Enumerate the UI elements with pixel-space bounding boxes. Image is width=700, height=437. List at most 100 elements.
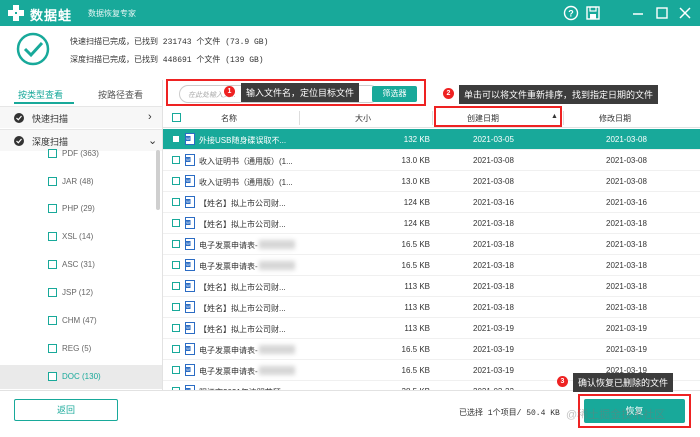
type-label: PDF (363) bbox=[62, 149, 99, 158]
type-item-jsp[interactable]: JSP (12) bbox=[48, 287, 148, 301]
table-row[interactable]: W 电子发票申请表- 16.5 KB 2021-03-19 2021-03-19 bbox=[163, 339, 700, 360]
svg-text:W: W bbox=[186, 367, 190, 372]
file-size: 16.5 KB bbox=[401, 345, 430, 354]
type-item-reg[interactable]: REG (5) bbox=[48, 343, 148, 357]
type-item-xsl[interactable]: XSL (14) bbox=[48, 231, 148, 245]
minimize-icon[interactable] bbox=[630, 5, 646, 21]
type-label: XSL (14) bbox=[62, 232, 94, 241]
checkbox[interactable] bbox=[48, 316, 57, 325]
table-row[interactable]: W 收入证明书（通用版）(1... 13.0 KB 2021-03-08 2021-03… bbox=[163, 150, 700, 171]
word-doc-icon: W bbox=[185, 322, 195, 334]
row-checkbox[interactable] bbox=[172, 177, 180, 185]
select-all-checkbox[interactable] bbox=[172, 113, 181, 122]
checkbox[interactable] bbox=[48, 177, 57, 186]
back-button[interactable]: 返回 bbox=[14, 399, 118, 421]
watermark: @稀土掘金技术社区 bbox=[566, 409, 666, 421]
checkbox[interactable] bbox=[48, 344, 57, 353]
svg-text:W: W bbox=[186, 304, 190, 309]
chevron-right-icon[interactable]: › bbox=[148, 111, 152, 123]
file-size: 16.5 KB bbox=[401, 261, 430, 270]
chevron-down-icon[interactable]: ⌄ bbox=[148, 134, 157, 147]
created-date: 2021-03-19 bbox=[473, 345, 514, 354]
file-size: 16.5 KB bbox=[401, 366, 430, 375]
close-icon[interactable] bbox=[677, 5, 693, 21]
header-name[interactable]: 名称 bbox=[221, 113, 237, 124]
annotation-tip-1: 输入文件名，定位目标文件 bbox=[241, 83, 360, 102]
table-row[interactable]: W 外接USB随身碟误取不... 132 KB 2021-03-05 2021-03-0… bbox=[163, 129, 700, 150]
modified-date: 2021-03-08 bbox=[606, 177, 647, 186]
row-checkbox[interactable] bbox=[172, 261, 180, 269]
file-size: 13.0 KB bbox=[401, 177, 430, 186]
annotation-tip-3: 确认恢复已删除的文件 bbox=[573, 373, 674, 392]
table-row[interactable]: W 收入证明书（通用版）(1... 13.0 KB 2021-03-08 2021-03… bbox=[163, 171, 700, 192]
table-header: 名称 大小 创建日期 ▲ 修改日期 bbox=[163, 108, 700, 128]
table-row[interactable]: W 【姓名】拟上市公司财... 113 KB 2021-03-18 2021-03-18 bbox=[163, 276, 700, 297]
row-checkbox[interactable] bbox=[172, 198, 180, 206]
header-modified[interactable]: 修改日期 bbox=[599, 113, 631, 124]
row-checkbox[interactable] bbox=[172, 303, 180, 311]
tree-label: 深度扫描 bbox=[32, 137, 69, 147]
row-checkbox[interactable] bbox=[172, 135, 180, 143]
created-date: 2021-03-19 bbox=[473, 366, 514, 375]
save-icon[interactable] bbox=[585, 5, 601, 21]
modified-date: 2021-03-16 bbox=[606, 198, 647, 207]
word-doc-icon: W bbox=[185, 364, 195, 376]
table-row[interactable]: W 电子发票申请表- 16.5 KB 2021-03-18 2021-03-18 bbox=[163, 234, 700, 255]
row-checkbox[interactable] bbox=[172, 366, 180, 374]
row-checkbox[interactable] bbox=[172, 156, 180, 164]
row-checkbox[interactable] bbox=[172, 345, 180, 353]
word-doc-icon: W bbox=[185, 238, 195, 250]
table-row[interactable]: W 【姓名】拟上市公司财... 124 KB 2021-03-16 2021-03-16 bbox=[163, 192, 700, 213]
created-date: 2021-03-18 bbox=[473, 261, 514, 270]
annotation-number-1: 1 bbox=[224, 86, 235, 97]
row-checkbox[interactable] bbox=[172, 219, 180, 227]
checkbox[interactable] bbox=[48, 260, 57, 269]
tree-quick-scan[interactable]: 快速扫描 › bbox=[0, 106, 162, 128]
maximize-icon[interactable] bbox=[654, 5, 670, 21]
svg-text:W: W bbox=[186, 136, 190, 141]
checkbox[interactable] bbox=[48, 204, 57, 213]
logo-icon bbox=[8, 5, 24, 21]
word-doc-icon: W bbox=[185, 196, 195, 208]
word-doc-icon: W bbox=[185, 175, 195, 187]
created-date: 2021-03-18 bbox=[473, 303, 514, 312]
annotation-number-3: 3 bbox=[557, 376, 568, 387]
tree-label: 快速扫描 bbox=[32, 114, 69, 124]
row-checkbox[interactable] bbox=[172, 324, 180, 332]
sidebar-scrollbar[interactable] bbox=[156, 150, 160, 210]
modified-date: 2021-03-19 bbox=[606, 345, 647, 354]
table-row[interactable]: W 【姓名】拟上市公司财... 124 KB 2021-03-18 2021-03-18 bbox=[163, 213, 700, 234]
type-item-jar[interactable]: JAR (48) bbox=[48, 176, 148, 190]
file-name: 【姓名】拟上市公司财... bbox=[199, 304, 286, 313]
checkbox[interactable] bbox=[48, 372, 57, 381]
header-size[interactable]: 大小 bbox=[355, 113, 371, 124]
type-item-pdf[interactable]: PDF (363) bbox=[48, 148, 148, 162]
checkbox[interactable] bbox=[48, 149, 57, 158]
created-date: 2021-03-08 bbox=[473, 177, 514, 186]
table-row[interactable]: W 电子发票申请表- 16.5 KB 2021-03-18 2021-03-18 bbox=[163, 255, 700, 276]
type-item-asc[interactable]: ASC (31) bbox=[48, 259, 148, 273]
type-item-chm[interactable]: CHM (47) bbox=[48, 315, 148, 329]
file-size: 113 KB bbox=[404, 303, 430, 312]
annotation-box-2 bbox=[434, 106, 562, 127]
selection-info: 已选择 1个项目/ 50.4 KB bbox=[459, 409, 560, 418]
file-name: 收入证明书（通用版）(1... bbox=[199, 178, 293, 187]
type-item-php[interactable]: PHP (29) bbox=[48, 203, 148, 217]
table-row[interactable]: W 【姓名】拟上市公司财... 113 KB 2021-03-19 2021-03-19 bbox=[163, 318, 700, 339]
checkbox[interactable] bbox=[48, 288, 57, 297]
tab-by-path[interactable]: 按路径查看 bbox=[98, 88, 143, 101]
file-name: 【姓名】拟上市公司财... bbox=[199, 283, 286, 292]
tab-by-type[interactable]: 按类型查看 bbox=[18, 88, 63, 101]
svg-text:W: W bbox=[186, 157, 190, 162]
annotation-number-2: 2 bbox=[443, 88, 454, 99]
type-label: REG (5) bbox=[62, 344, 92, 353]
row-checkbox[interactable] bbox=[172, 282, 180, 290]
word-doc-icon: W bbox=[185, 133, 195, 145]
type-item-doc[interactable]: DOC (130) bbox=[48, 371, 148, 385]
table-row[interactable]: W 【姓名】拟上市公司财... 113 KB 2021-03-18 2021-03-18 bbox=[163, 297, 700, 318]
help-icon[interactable]: ? bbox=[563, 5, 579, 21]
file-size: 113 KB bbox=[404, 282, 430, 291]
svg-text:W: W bbox=[186, 178, 190, 183]
checkbox[interactable] bbox=[48, 232, 57, 241]
row-checkbox[interactable] bbox=[172, 240, 180, 248]
